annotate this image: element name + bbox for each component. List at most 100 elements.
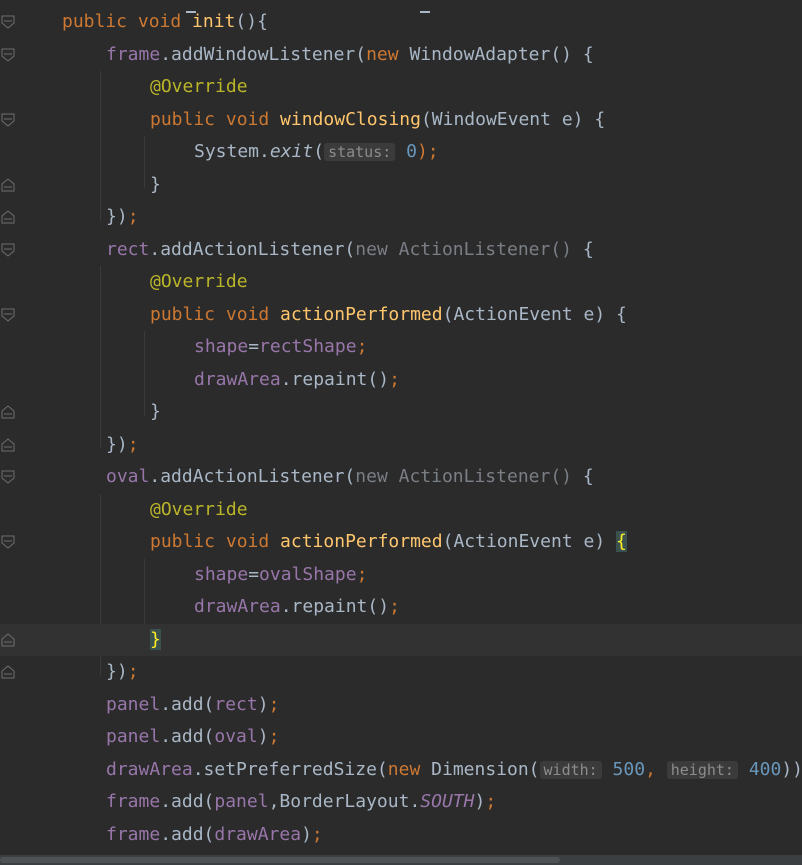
code-line[interactable]: }); — [0, 656, 802, 688]
code-token: Dimension( — [431, 758, 540, 780]
code-line[interactable]: public void init(){ — [0, 6, 802, 38]
code-line[interactable]: @Override — [0, 494, 802, 526]
code-line[interactable]: } — [0, 623, 802, 656]
code-line[interactable]: panel.add(rect); — [0, 689, 802, 721]
fold-end-icon[interactable] — [1, 210, 15, 224]
code-line-text: shape=rectShape; — [194, 331, 367, 363]
code-line[interactable]: }); — [0, 201, 802, 233]
code-token: .setPreferredSize( — [192, 758, 388, 780]
code-token: @Override — [150, 76, 248, 97]
code-line[interactable]: drawArea.setPreferredSize(new Dimension(… — [0, 754, 802, 786]
code-line-text: }); — [106, 201, 139, 233]
code-token: frame — [106, 43, 161, 65]
code-token: .repaint() — [280, 596, 390, 617]
fold-collapse-icon[interactable] — [1, 15, 15, 29]
fold-collapse-icon[interactable] — [1, 243, 15, 257]
code-line[interactable]: public void actionPerformed(ActionEvent … — [0, 526, 802, 558]
fold-end-icon[interactable] — [1, 437, 15, 452]
code-line-text: @Override — [150, 494, 248, 526]
code-token: ) — [301, 823, 312, 845]
code-token: panel — [106, 693, 161, 715]
code-line[interactable]: rect.addActionListener(new ActionListene… — [0, 234, 802, 266]
code-token: actionPerformed — [280, 531, 443, 552]
code-editor[interactable]: public void init(){frame.addWindowListen… — [0, 0, 802, 865]
code-token: ) — [257, 693, 269, 715]
code-token: = — [248, 336, 260, 357]
code-token: frame — [106, 823, 161, 845]
code-token: { — [582, 238, 594, 260]
code-token: 0 — [406, 141, 417, 162]
fold-end-icon[interactable] — [1, 665, 15, 679]
code-line-text: frame.add(panel,BorderLayout.SOUTH); — [106, 786, 496, 818]
code-line[interactable]: public void windowClosing(WindowEvent e)… — [0, 104, 802, 136]
code-line[interactable]: @Override — [0, 266, 802, 298]
code-token: .add( — [160, 823, 215, 845]
code-line[interactable]: panel.add(oval); — [0, 721, 802, 753]
code-token: { — [616, 531, 627, 552]
code-token: drawArea — [106, 758, 193, 780]
code-token: }) — [106, 433, 128, 455]
code-token: ; — [389, 596, 400, 617]
code-line[interactable]: @Override — [0, 71, 802, 103]
fold-collapse-icon[interactable] — [1, 308, 15, 322]
code-token: .addActionListener( — [149, 238, 356, 260]
code-token: public void — [62, 11, 193, 32]
code-line-text: public void windowClosing(WindowEvent e)… — [150, 104, 605, 136]
code-token: ; — [356, 563, 368, 585]
code-line[interactable]: } — [0, 169, 802, 201]
code-token: .addActionListener( — [149, 466, 356, 487]
code-token: (WindowEvent e) { — [420, 108, 606, 130]
code-token: System. — [194, 141, 270, 162]
fold-end-icon[interactable] — [1, 177, 15, 192]
fold-collapse-icon[interactable] — [1, 113, 15, 127]
code-token: } — [150, 173, 161, 195]
code-token: (){ — [235, 11, 268, 32]
code-line[interactable]: drawArea.repaint(); — [0, 591, 802, 623]
code-line[interactable]: System.exit(status: 0); — [0, 136, 802, 168]
fold-end-icon[interactable] — [1, 405, 15, 419]
code-line[interactable]: shape=rectShape; — [0, 331, 802, 363]
code-token: rect — [106, 238, 150, 260]
fold-collapse-icon[interactable] — [1, 535, 15, 549]
code-token: SOUTH — [420, 791, 475, 812]
code-token: (ActionEvent e) { — [442, 303, 627, 325]
code-token: rect — [214, 693, 258, 715]
fold-end-icon[interactable] — [1, 632, 15, 647]
code-line-text: public void init(){ — [62, 6, 268, 38]
code-line-text: frame.addWindowListener(new WindowAdapte… — [106, 39, 594, 71]
code-line[interactable]: frame.add(drawArea); — [0, 819, 802, 851]
code-line[interactable]: public void actionPerformed(ActionEvent … — [0, 299, 802, 331]
code-token: new — [387, 758, 432, 780]
code-line[interactable]: }); — [0, 429, 802, 461]
code-line-text: drawArea.repaint(); — [194, 591, 400, 623]
horizontal-scrollbar[interactable] — [0, 855, 802, 865]
code-line-text: public void actionPerformed(ActionEvent … — [150, 526, 627, 558]
code-token: } — [150, 628, 161, 650]
code-token: ) — [257, 726, 269, 747]
parameter-hint: width: — [539, 760, 602, 779]
code-token: ; — [127, 661, 139, 682]
code-token: rectShape — [259, 336, 357, 357]
scrollbar-thumb[interactable] — [0, 857, 560, 863]
code-line[interactable]: oval.addActionListener(new ActionListene… — [0, 461, 802, 493]
code-line[interactable]: frame.add(panel,BorderLayout.SOUTH); — [0, 786, 802, 818]
code-token: }) — [106, 661, 128, 682]
code-line[interactable]: frame.addWindowListener(new WindowAdapte… — [0, 39, 802, 71]
code-line[interactable]: } — [0, 396, 802, 428]
code-line[interactable]: shape=ovalShape; — [0, 559, 802, 591]
code-area[interactable]: public void init(){frame.addWindowListen… — [0, 0, 802, 865]
fold-collapse-icon[interactable] — [1, 470, 15, 484]
code-token: oval — [214, 726, 258, 747]
code-token: , — [645, 758, 667, 780]
code-token: shape — [194, 336, 249, 357]
code-line-text: frame.add(drawArea); — [106, 819, 323, 851]
code-token: panel — [214, 791, 269, 812]
code-line[interactable]: drawArea.repaint(); — [0, 364, 802, 396]
code-token: .addWindowListener( — [160, 43, 367, 65]
code-token: public void — [150, 303, 281, 325]
code-token: drawArea — [194, 596, 281, 617]
code-token: exit — [269, 141, 314, 162]
fold-collapse-icon[interactable] — [1, 48, 15, 62]
